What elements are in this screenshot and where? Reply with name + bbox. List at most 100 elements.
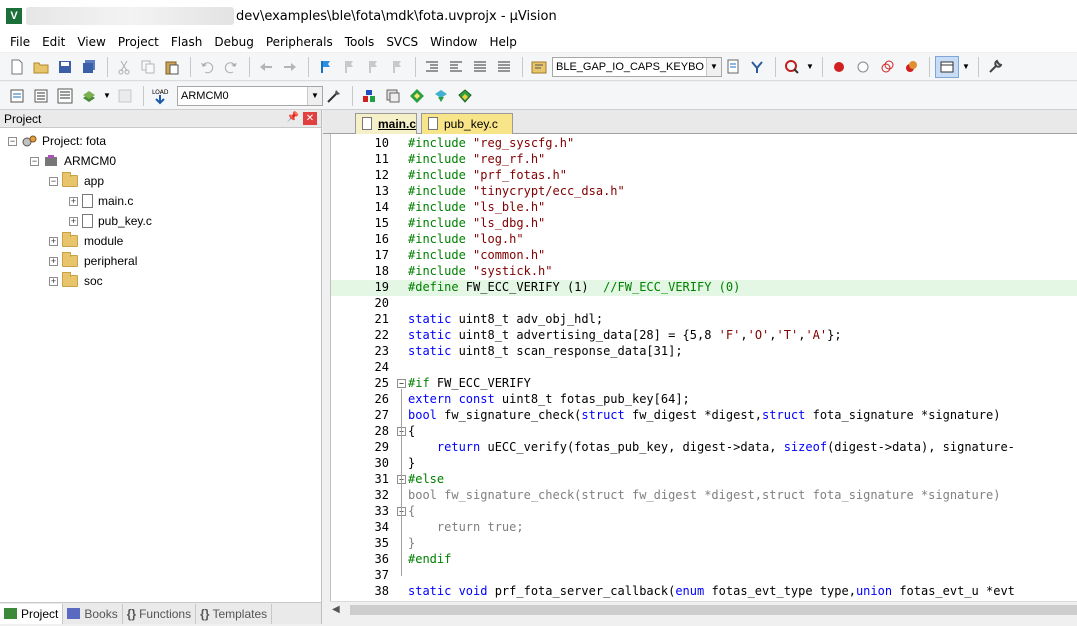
tree-group-module[interactable]: + module <box>49 231 123 251</box>
indent-icon[interactable] <box>421 56 443 78</box>
code-line[interactable]: 34 return true; <box>331 520 1077 536</box>
code-line[interactable]: 15 #include "ls_dbg.h" <box>331 216 1077 232</box>
code-line[interactable]: 24 <box>331 360 1077 376</box>
code-line[interactable]: 23 static uint8_t scan_response_data[31]; <box>331 344 1077 360</box>
target-options-icon[interactable] <box>323 85 345 107</box>
tree-group-soc[interactable]: + soc <box>49 271 103 291</box>
download-load-icon[interactable]: LOAD <box>149 85 171 107</box>
unindent-icon[interactable] <box>445 56 467 78</box>
code-line[interactable]: 21 static uint8_t adv_obj_hdl; <box>331 312 1077 328</box>
code-line[interactable]: 26 extern const uint8_t fotas_pub_key[64]… <box>331 392 1077 408</box>
close-icon[interactable]: ✕ <box>303 112 317 125</box>
copy-icon[interactable] <box>137 56 159 78</box>
save-all-icon[interactable] <box>78 56 100 78</box>
find-combo[interactable]: BLE_GAP_IO_CAPS_KEYBO ▼ <box>552 56 722 77</box>
menu-view[interactable]: View <box>71 35 111 49</box>
insert-breakpoint-icon[interactable] <box>828 56 850 78</box>
expand-icon[interactable]: + <box>49 256 58 266</box>
manage-project-items-icon[interactable] <box>358 85 380 107</box>
redo-icon[interactable] <box>220 56 242 78</box>
menu-edit[interactable]: Edit <box>36 35 71 49</box>
comment-icon[interactable] <box>469 56 491 78</box>
clear-bookmarks-icon[interactable] <box>386 56 408 78</box>
tree-file-main[interactable]: + main.c <box>69 191 133 211</box>
code-line[interactable]: 17 #include "common.h" <box>331 248 1077 264</box>
chevron-down-icon[interactable]: ▼ <box>706 57 721 76</box>
menu-flash[interactable]: Flash <box>165 35 208 49</box>
code-editor[interactable]: 10 #include "reg_syscfg.h" 11 #include "reg… <box>330 134 1077 601</box>
tree-file-pubkey[interactable]: + pub_key.c <box>69 211 152 231</box>
code-line[interactable]: 32 bool fw_signature_check(struct fw_dige… <box>331 488 1077 504</box>
expand-icon[interactable]: + <box>69 216 78 226</box>
code-line[interactable]: 38 static void prf_fota_server_callback(e… <box>331 584 1077 600</box>
code-line[interactable]: 14 #include "ls_ble.h" <box>331 200 1077 216</box>
code-line[interactable]: 16 #include "log.h" <box>331 232 1077 248</box>
undo-icon[interactable] <box>196 56 218 78</box>
cut-icon[interactable] <box>113 56 135 78</box>
menu-file[interactable]: File <box>4 35 36 49</box>
menu-window[interactable]: Window <box>424 35 483 49</box>
disable-breakpoints-icon[interactable] <box>876 56 898 78</box>
scroll-left-icon[interactable]: ◀ <box>332 604 340 615</box>
target-combo[interactable]: ARMCM0 ▼ <box>177 85 323 106</box>
tab-books[interactable]: Books <box>63 603 123 624</box>
horizontal-scrollbar[interactable]: ◀ <box>330 601 1077 618</box>
menu-svcs[interactable]: SVCS <box>380 35 424 49</box>
code-line[interactable]: 22 static uint8_t advertising_data[28] = … <box>331 328 1077 344</box>
menu-debug[interactable]: Debug <box>208 35 259 49</box>
tab-project[interactable]: Project <box>0 603 64 624</box>
prev-bookmark-icon[interactable] <box>338 56 360 78</box>
code-line[interactable]: 10 #include "reg_syscfg.h" <box>331 136 1077 152</box>
tab-pub-key-c[interactable]: pub_key.c <box>421 113 513 134</box>
open-file-icon[interactable] <box>30 56 52 78</box>
rebuild-icon[interactable] <box>54 85 76 107</box>
rte-components-icon[interactable] <box>454 85 476 107</box>
code-line[interactable]: 11 #include "reg_rf.h" <box>331 152 1077 168</box>
code-line[interactable]: 27 bool fw_signature_check(struct fw_dige… <box>331 408 1077 424</box>
menu-tools[interactable]: Tools <box>339 35 381 49</box>
chevron-down-icon[interactable]: ▼ <box>307 86 322 105</box>
code-line[interactable]: 19 #define FW_ECC_VERIFY (1) //FW_ECC_VER… <box>331 280 1077 296</box>
paste-icon[interactable] <box>161 56 183 78</box>
next-bookmark-icon[interactable] <box>362 56 384 78</box>
code-line[interactable]: 30} <box>331 456 1077 472</box>
collapse-icon[interactable]: − <box>30 156 39 166</box>
bookmark-icon[interactable] <box>314 56 336 78</box>
tree-group-app[interactable]: − app <box>49 171 104 191</box>
stop-build-icon[interactable] <box>114 85 136 107</box>
tree-group-peripheral[interactable]: + peripheral <box>49 251 137 271</box>
collapse-icon[interactable]: − <box>49 176 58 186</box>
find-icon[interactable] <box>722 56 744 78</box>
navigate-back-icon[interactable] <box>255 56 277 78</box>
manage-rte-icon[interactable] <box>382 85 404 107</box>
code-line[interactable]: 33−{ <box>331 504 1077 520</box>
expand-icon[interactable]: + <box>69 196 78 206</box>
code-line[interactable]: 36 #endif <box>331 552 1077 568</box>
expand-icon[interactable]: + <box>49 236 58 246</box>
uncomment-icon[interactable] <box>493 56 515 78</box>
new-file-icon[interactable] <box>6 56 28 78</box>
pin-icon[interactable]: 📌 <box>287 112 299 123</box>
tree-project-root[interactable]: − Project: fota <box>8 131 106 151</box>
navigate-forward-icon[interactable] <box>279 56 301 78</box>
window-layout-icon[interactable] <box>935 55 959 78</box>
select-packs-icon[interactable] <box>406 85 428 107</box>
code-line[interactable]: 18 #include "systick.h" <box>331 264 1077 280</box>
build-icon[interactable] <box>30 85 52 107</box>
tree-target[interactable]: − ARMCM0 <box>30 151 116 171</box>
code-line[interactable]: 25− #if FW_ECC_VERIFY <box>331 376 1077 392</box>
scrollbar-thumb[interactable] <box>350 605 1077 615</box>
enable-breakpoint-icon[interactable] <box>852 56 874 78</box>
translate-icon[interactable] <box>6 85 28 107</box>
tab-functions[interactable]: {} Functions <box>123 603 197 624</box>
code-line[interactable]: 37 <box>331 568 1077 584</box>
chevron-down-icon[interactable]: ▼ <box>102 85 112 107</box>
code-line[interactable]: 12 #include "prf_fotas.h" <box>331 168 1077 184</box>
find-in-files-icon[interactable] <box>528 56 550 78</box>
kill-breakpoints-icon[interactable] <box>900 56 922 78</box>
menu-peripherals[interactable]: Peripherals <box>260 35 339 49</box>
tab-main-c[interactable]: main.c <box>355 113 417 134</box>
collapse-icon[interactable]: − <box>8 136 17 146</box>
expand-icon[interactable]: + <box>49 276 58 286</box>
code-line[interactable]: 29 return uECC_verify(fotas_pub_key, dig… <box>331 440 1077 456</box>
